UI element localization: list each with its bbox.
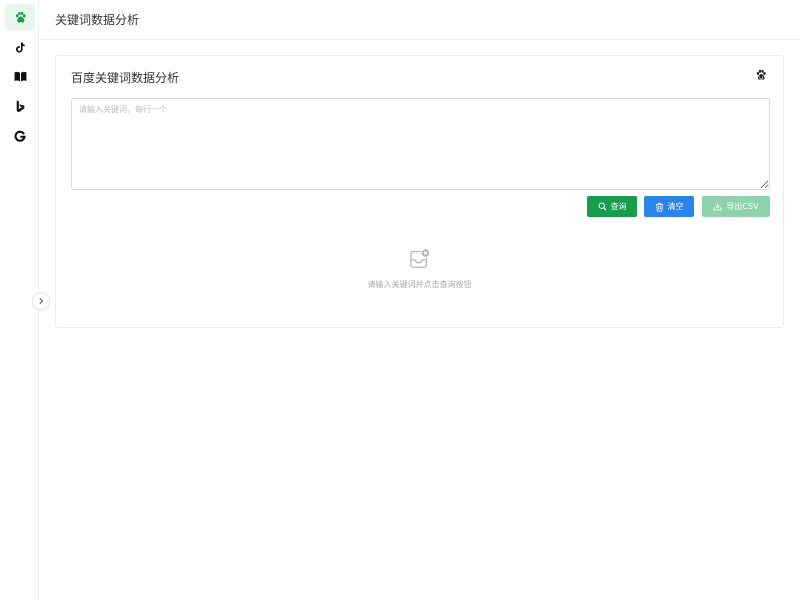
empty-state-text: 请输入关键词并点击查询按钮 [367, 280, 472, 289]
sidebar-item-google[interactable] [5, 123, 35, 149]
query-button-label: 查询 [610, 202, 627, 211]
google-icon [14, 130, 26, 142]
export-button-label: 导出CSV [726, 202, 759, 211]
sidebar-collapse-button[interactable] [32, 292, 50, 310]
clear-button-label: 清空 [667, 202, 684, 211]
empty-inbox-icon [409, 248, 430, 268]
card-title: 百度关键词数据分析 [71, 71, 180, 85]
baidu-paw-icon [15, 11, 26, 23]
search-icon [598, 202, 607, 211]
clear-button[interactable]: 清空 [644, 196, 694, 217]
sidebar-item-baidu[interactable] [5, 4, 35, 30]
baidu-paw-icon [756, 69, 766, 80]
query-button[interactable]: 查询 [587, 196, 637, 217]
export-csv-button[interactable]: 导出CSV [702, 196, 770, 217]
page-title: 关键词数据分析 [55, 13, 140, 27]
keyword-analysis-card: 百度关键词数据分析 查询 清空 [55, 55, 784, 328]
bing-icon [16, 100, 24, 112]
page-header: 关键词数据分析 [40, 0, 800, 40]
sidebar-item-book[interactable] [5, 63, 35, 89]
keyword-input[interactable] [71, 98, 770, 190]
download-icon [714, 202, 722, 211]
sidebar-item-bing[interactable] [5, 93, 35, 119]
empty-state: 请输入关键词并点击查询按钮 [56, 248, 783, 290]
chevron-right-icon [39, 297, 44, 305]
app-window: 关键词数据分析 百度关键词数据分析 查询 [0, 0, 800, 600]
sidebar-item-tiktok[interactable] [5, 34, 35, 60]
trash-icon [655, 202, 663, 212]
tiktok-icon [16, 42, 25, 52]
book-icon [14, 71, 26, 81]
